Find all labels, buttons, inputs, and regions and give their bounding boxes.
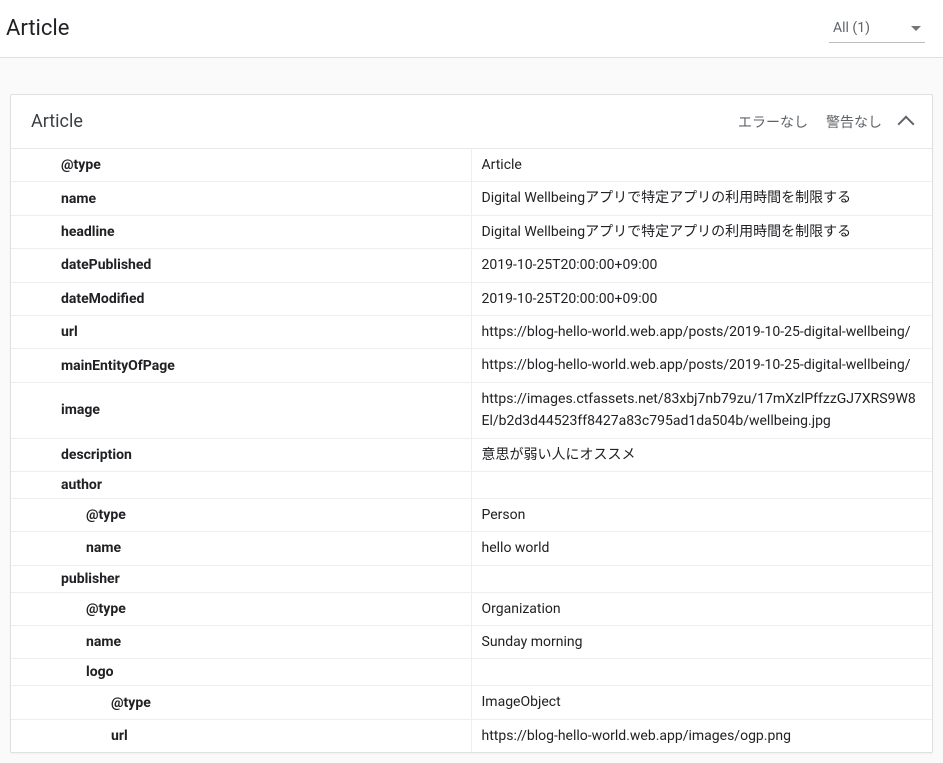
prop-val [472, 566, 933, 592]
prop-key: headline [11, 216, 472, 248]
prop-key: @type [11, 686, 472, 718]
no-warnings-chip: 警告なし [826, 112, 882, 132]
prop-key: logo [11, 659, 472, 685]
prop-val: hello world [472, 532, 933, 564]
table-row: urlhttps://blog-hello-world.web.app/post… [11, 315, 932, 348]
prop-val: Digital Wellbeingアプリで特定アプリの利用時間を制限する [472, 216, 933, 248]
properties-table: @typeArticle nameDigital Wellbeingアプリで特定… [11, 149, 932, 752]
prop-key: dateModified [11, 283, 472, 315]
table-row: namehello world [11, 531, 932, 564]
prop-val: Person [472, 499, 933, 531]
prop-val: https://blog-hello-world.web.app/images/… [472, 720, 933, 752]
prop-val: Organization [472, 593, 933, 625]
no-errors-chip: エラーなし [738, 112, 808, 132]
prop-key: name [11, 532, 472, 564]
prop-key: image [11, 383, 472, 438]
prop-key: datePublished [11, 249, 472, 281]
prop-key: publisher [11, 566, 472, 592]
filter-dropdown[interactable]: All (1) [829, 14, 925, 43]
article-card: Article エラーなし 警告なし @typeArticle nameDigi… [10, 94, 933, 753]
prop-val: 意思が弱い人にオススメ [472, 439, 933, 471]
prop-key: name [11, 182, 472, 214]
table-row: nameDigital Wellbeingアプリで特定アプリの利用時間を制限する [11, 181, 932, 214]
prop-key: mainEntityOfPage [11, 349, 472, 381]
prop-val: Article [472, 149, 933, 181]
prop-key: url [11, 720, 472, 752]
prop-key: author [11, 472, 472, 498]
prop-key: description [11, 439, 472, 471]
filter-label: All (1) [833, 20, 870, 36]
table-row: @typeOrganization [11, 592, 932, 625]
table-row: @typeImageObject [11, 685, 932, 718]
prop-val: https://images.ctfassets.net/83xbj7nb79z… [472, 383, 933, 438]
table-row: description意思が弱い人にオススメ [11, 438, 932, 471]
table-row: publisher [11, 565, 932, 592]
table-row: nameSunday morning [11, 625, 932, 658]
prop-key: name [11, 626, 472, 658]
prop-val: Digital Wellbeingアプリで特定アプリの利用時間を制限する [472, 182, 933, 214]
card-header[interactable]: Article エラーなし 警告なし [11, 95, 932, 149]
table-row: imagehttps://images.ctfassets.net/83xbj7… [11, 382, 932, 438]
prop-val: ImageObject [472, 686, 933, 718]
prop-val [472, 472, 933, 498]
prop-val: https://blog-hello-world.web.app/posts/2… [472, 349, 933, 381]
prop-key: url [11, 316, 472, 348]
prop-val: 2019-10-25T20:00:00+09:00 [472, 283, 933, 315]
table-row: logo [11, 658, 932, 685]
prop-key: @type [11, 593, 472, 625]
table-row: @typeArticle [11, 149, 932, 181]
table-row: urlhttps://blog-hello-world.web.app/imag… [11, 719, 932, 752]
prop-key: @type [11, 499, 472, 531]
page-title: Article [6, 16, 69, 41]
table-row: @typePerson [11, 498, 932, 531]
content-area: Article エラーなし 警告なし @typeArticle nameDigi… [0, 58, 943, 763]
card-title: Article [31, 111, 738, 132]
page-header: Article All (1) [0, 0, 943, 58]
table-row: author [11, 471, 932, 498]
prop-key: @type [11, 149, 472, 181]
prop-val: 2019-10-25T20:00:00+09:00 [472, 249, 933, 281]
chevron-up-icon [898, 115, 915, 132]
status-chips: エラーなし 警告なし [738, 112, 912, 132]
caret-down-icon [911, 26, 921, 31]
table-row: dateModified2019-10-25T20:00:00+09:00 [11, 282, 932, 315]
prop-val [472, 659, 933, 685]
table-row: headlineDigital Wellbeingアプリで特定アプリの利用時間を… [11, 215, 932, 248]
table-row: datePublished2019-10-25T20:00:00+09:00 [11, 248, 932, 281]
prop-val: Sunday morning [472, 626, 933, 658]
prop-val: https://blog-hello-world.web.app/posts/2… [472, 316, 933, 348]
table-row: mainEntityOfPagehttps://blog-hello-world… [11, 348, 932, 381]
